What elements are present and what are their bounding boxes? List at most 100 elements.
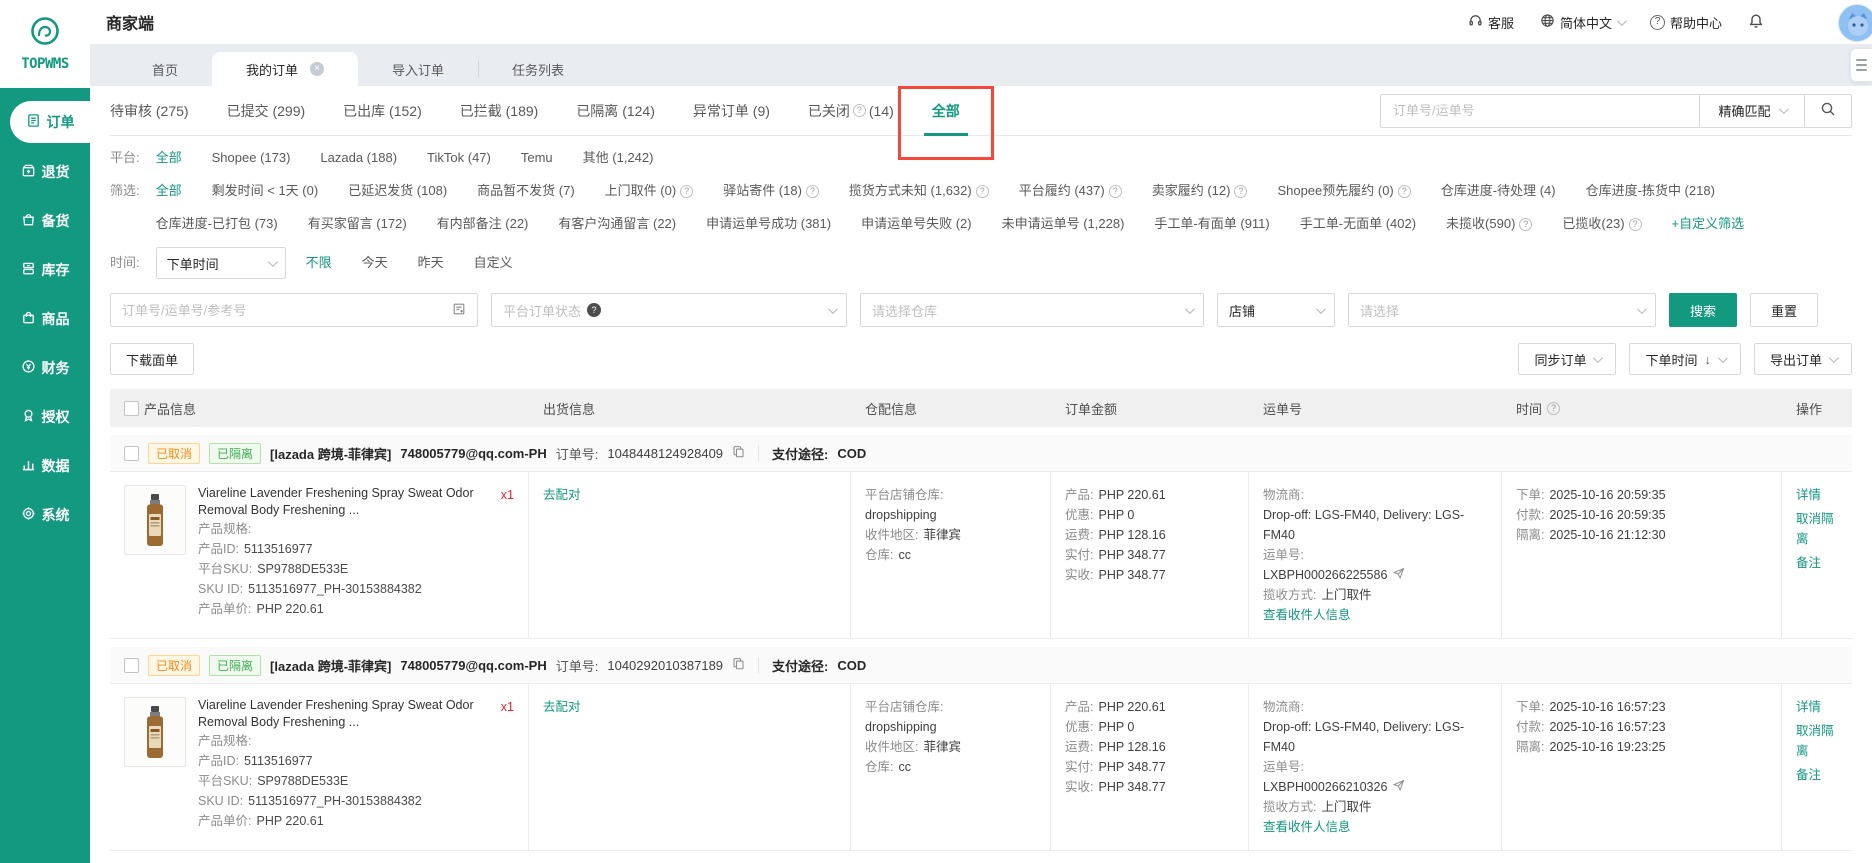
remark-link[interactable]: 备注	[1796, 765, 1838, 785]
filter-chip[interactable]: 昨天	[418, 253, 444, 273]
tab-task-list[interactable]: 任务列表	[478, 52, 598, 86]
detail-link[interactable]: 详情	[1796, 697, 1838, 717]
status-tab[interactable]: 已出库 (152)	[343, 86, 422, 135]
sync-orders-button[interactable]: 同步订单	[1518, 343, 1617, 375]
notification-bell[interactable]	[1748, 13, 1764, 32]
filter-chip[interactable]: 已揽收(23)	[1562, 214, 1642, 234]
copy-icon[interactable]	[732, 657, 745, 673]
customer-service-menu[interactable]: 客服	[1468, 13, 1514, 32]
status-tab[interactable]: 异常订单 (9)	[693, 86, 770, 135]
status-tab[interactable]: 已拦截 (189)	[460, 86, 539, 135]
send-icon[interactable]	[1393, 777, 1405, 797]
filter-chip[interactable]: 申请运单号成功 (381)	[706, 214, 831, 234]
floating-menu-button[interactable]	[1850, 48, 1872, 82]
detail-link[interactable]: 详情	[1796, 485, 1838, 505]
filter-chip[interactable]: 不限	[306, 253, 332, 273]
filter-chip[interactable]: 仓库进度-已打包 (73)	[156, 214, 278, 234]
status-tab[interactable]: 已关闭 (14)	[808, 86, 894, 135]
close-icon[interactable]	[310, 62, 325, 76]
shop-select[interactable]: 请选择	[1348, 293, 1656, 327]
select-all-checkbox[interactable]	[124, 400, 139, 416]
sidebar-item-authorization[interactable]: 授权	[0, 392, 90, 441]
unmatch-link[interactable]: 去配对	[543, 488, 581, 502]
sidebar-item-inventory[interactable]: 库存	[0, 245, 90, 294]
user-avatar[interactable]	[1838, 4, 1872, 42]
sidebar-item-orders[interactable]: 订单	[10, 101, 90, 143]
filter-chip[interactable]: 今天	[362, 253, 388, 273]
filter-chip[interactable]: 剩发时间 < 1天 (0)	[212, 181, 319, 201]
view-recipient-link[interactable]: 查看收件人信息	[1263, 608, 1351, 622]
filter-chip[interactable]: 其他 (1,242)	[583, 148, 654, 168]
sidebar-item-data[interactable]: 数据	[0, 441, 90, 490]
cancel-quarantine-link[interactable]: 取消隔离	[1796, 509, 1838, 549]
export-orders-button[interactable]: 导出订单	[1753, 343, 1852, 375]
filter-chip[interactable]: Shopee (173)	[212, 148, 291, 168]
warehouse-select[interactable]: 请选择仓库	[860, 293, 1204, 327]
search-button[interactable]: 搜索	[1669, 293, 1738, 327]
filter-chip[interactable]: 有买家留言 (172)	[308, 214, 407, 234]
filter-chip[interactable]: 商品暂不发货 (7)	[477, 181, 575, 201]
sidebar-item-returns[interactable]: 退货	[0, 147, 90, 196]
status-tab[interactable]: 全部	[897, 86, 994, 160]
filter-chip[interactable]: 揽货方式未知 (1,632)	[849, 181, 989, 201]
orders-table-header: 产品信息 出货信息 仓配信息 订单金额 运单号 时间 操作	[110, 389, 1852, 427]
filter-chip[interactable]: Lazada (188)	[320, 148, 397, 168]
help-icon	[1519, 217, 1533, 231]
warehouse-placeholder: 请选择仓库	[872, 303, 938, 319]
shop-type-select[interactable]: 店铺	[1217, 293, 1335, 327]
filter-chip[interactable]: 已延迟发货 (108)	[348, 181, 447, 201]
sidebar-item-products[interactable]: 商品	[0, 294, 90, 343]
remark-link[interactable]: 备注	[1796, 553, 1838, 573]
filter-chip[interactable]: 申请运单号失败 (2)	[861, 214, 972, 234]
filter-chip[interactable]: 手工单-有面单 (911)	[1154, 214, 1269, 234]
filter-chip[interactable]: +自定义筛选	[1672, 214, 1745, 234]
time-type-select[interactable]: 下单时间	[155, 247, 286, 279]
filter-chip[interactable]: 有客户沟通留言 (22)	[558, 214, 676, 234]
language-menu[interactable]: 简体中文	[1540, 13, 1627, 32]
reset-button[interactable]: 重置	[1750, 293, 1819, 327]
view-recipient-link[interactable]: 查看收件人信息	[1263, 820, 1351, 834]
filter-chip[interactable]: 有内部备注 (22)	[437, 214, 529, 234]
unmatch-link[interactable]: 去配对	[543, 700, 581, 714]
copy-icon[interactable]	[732, 445, 745, 461]
filter-chip[interactable]: TikTok (47)	[427, 148, 491, 168]
order-number-input[interactable]	[122, 302, 444, 318]
filter-chip[interactable]: Temu	[521, 148, 553, 168]
send-icon[interactable]	[1393, 565, 1405, 585]
status-tab[interactable]: 已隔离 (124)	[576, 86, 655, 135]
filter-chip[interactable]: 自定义	[474, 253, 513, 273]
filter-chip[interactable]: 仓库进度-待处理 (4)	[1441, 181, 1556, 201]
sort-order-button[interactable]: 下单时间	[1629, 343, 1741, 375]
tab-home[interactable]: 首页	[118, 52, 212, 86]
status-tab[interactable]: 待审核 (275)	[110, 86, 189, 135]
filter-chip[interactable]: 平台履约 (437)	[1019, 181, 1122, 201]
batch-input-icon[interactable]	[452, 302, 466, 319]
platform-order-status-select[interactable]: 平台订单状态	[491, 293, 847, 327]
tab-import-orders[interactable]: 导入订单	[358, 52, 478, 86]
filter-chip[interactable]: 上门取件 (0)	[605, 181, 694, 201]
divider	[758, 445, 760, 461]
tab-my-orders[interactable]: 我的订单	[212, 52, 359, 86]
sidebar-item-system[interactable]: 系统	[0, 490, 90, 539]
quick-search-button[interactable]	[1805, 95, 1851, 127]
filter-chip[interactable]: 手工单-无面单 (402)	[1300, 214, 1416, 234]
quick-search-input[interactable]	[1381, 103, 1699, 118]
filter-chip[interactable]: 未揽收(590)	[1446, 214, 1533, 234]
filter-chip[interactable]: 仓库进度-拣货中 (218)	[1586, 181, 1715, 201]
row-checkbox[interactable]	[124, 445, 139, 461]
filter-chip[interactable]: Shopee预先履约 (0)	[1277, 181, 1411, 201]
sidebar-item-finance[interactable]: 财务	[0, 343, 90, 392]
filter-chip[interactable]: 驿站寄件 (18)	[723, 181, 819, 201]
cancel-quarantine-link[interactable]: 取消隔离	[1796, 721, 1838, 761]
filter-chip[interactable]: 全部	[156, 148, 182, 168]
sidebar-item-stockprep[interactable]: 备货	[0, 196, 90, 245]
help-center-menu[interactable]: 帮助中心	[1649, 13, 1722, 32]
download-label-button[interactable]: 下载面单	[110, 343, 195, 375]
filter-chip[interactable]: 全部	[156, 181, 182, 201]
carrier: Drop-off: LGS-FM40, Delivery: LGS-FM40	[1263, 508, 1465, 542]
row-checkbox[interactable]	[124, 657, 139, 673]
status-tab[interactable]: 已提交 (299)	[227, 86, 306, 135]
filter-chip[interactable]: 卖家履约 (12)	[1152, 181, 1248, 201]
match-mode-select[interactable]: 精确匹配	[1700, 101, 1804, 120]
filter-chip[interactable]: 未申请运单号 (1,228)	[1002, 214, 1125, 234]
